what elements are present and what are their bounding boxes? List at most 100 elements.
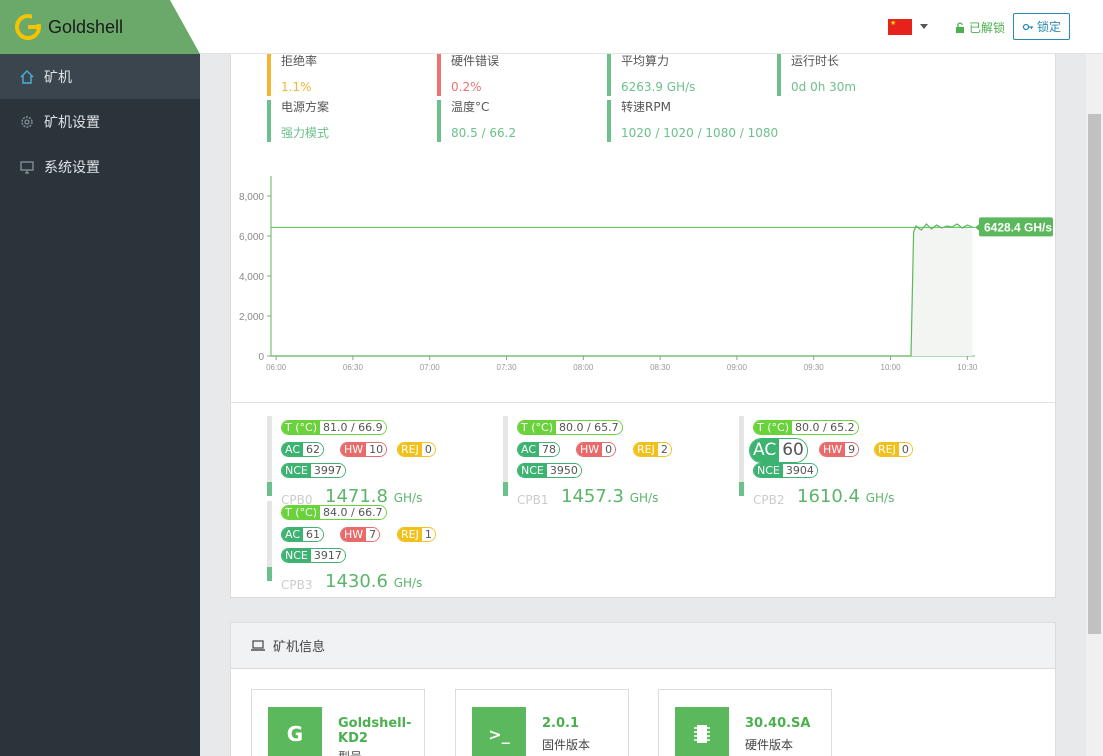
hashrate-chart: 0 2,000 4,000 6,000 8,000 06:00 06:30 07:00 07:3… [231, 174, 1057, 402]
stat-value: 1.1% [281, 80, 312, 94]
nce-chip: NCE 3904 [753, 463, 818, 478]
chart-divider [231, 402, 1057, 403]
y-tick-label: 8,000 [239, 192, 264, 203]
chip-key: REJ [634, 443, 658, 456]
goldshell-logo-icon [15, 14, 42, 40]
rej-chip: REJ 0 [874, 442, 913, 457]
miner-status-panel: 拒绝率 1.1% 硬件错误 0.2% 平均算力 6263.9 GH/s 运行时长… [230, 54, 1057, 598]
sidebar-item-system-settings[interactable]: 系统设置 [0, 144, 200, 189]
chip-key: NCE [518, 464, 547, 477]
sidebar-item-miner-settings[interactable]: 矿机设置 [0, 99, 200, 144]
info-card-label: 硬件版本 [745, 738, 794, 752]
brand-diagonal [170, 0, 200, 54]
chip-value: 0 [602, 443, 616, 456]
x-tick-label: 10:30 [957, 363, 978, 372]
board-name: CPB1 [517, 493, 549, 507]
rej-chip: REJ 2 [633, 442, 672, 457]
x-tick-label: 09:30 [804, 363, 825, 372]
miner-info-panel: 矿机信息 G Goldshell-KD2 型号 >_ 2.0.1 固件版本 30… [230, 622, 1056, 756]
flag-star-icon: ★ [890, 19, 897, 27]
board-hashrate-value: 1610.4 [797, 486, 860, 507]
temp-chip: T (°C) 84.0 / 66.7 [281, 505, 387, 520]
rej-chip: REJ 0 [397, 442, 436, 457]
top-header: ★ 已解锁 锁定 [200, 0, 1103, 54]
y-tick-label: 4,000 [239, 272, 264, 283]
chevron-down-icon[interactable] [920, 24, 928, 29]
current-hashrate-label-arrow [975, 223, 980, 232]
stat-label: 拒绝率 [281, 54, 318, 68]
chip-key: AC [282, 528, 304, 541]
brand-name: Goldshell [48, 17, 124, 37]
board-temp-bar [267, 416, 272, 496]
stat-value: 0.2% [451, 80, 482, 94]
stat-value: 0d 0h 30m [791, 80, 857, 94]
stat-value: 80.5 / 66.2 [451, 126, 517, 140]
board-hashrate-unit: GH/s [865, 491, 895, 505]
info-card-value: 30.40.SA [745, 716, 811, 731]
sidebar-item-label: 矿机 [44, 69, 72, 86]
hw-chip: HW 10 [340, 442, 388, 457]
hw-chip: HW 7 [340, 527, 381, 542]
board-temp-bar-fill [503, 482, 508, 496]
chip-key: T (°C) [518, 421, 556, 434]
lock-button[interactable]: 锁定 [1013, 13, 1070, 40]
stat-uptime: 运行时长 0d 0h 30m [777, 54, 856, 96]
hw-chip: HW 9 [819, 442, 860, 457]
chip-key: AC [518, 443, 540, 456]
chip-value: 2 [657, 443, 671, 456]
info-card-value: Goldshell-KD2 [338, 716, 412, 746]
board-hashrate: 1610.4 GH/s [797, 486, 894, 507]
chip-key: HW [820, 443, 846, 456]
chip-value: 62 [303, 443, 324, 456]
stat-hw-error: 硬件错误 0.2% [437, 54, 499, 96]
home-icon [20, 69, 34, 84]
info-card-value: 2.0.1 [542, 716, 580, 731]
chip-key: HW [577, 443, 603, 456]
board-temp-bar-fill [739, 482, 744, 496]
chip-key: HW [341, 443, 367, 456]
chip-value: 80.0 / 65.7 [555, 421, 622, 434]
china-flag[interactable]: ★ [888, 19, 912, 35]
chip-key: NCE [282, 464, 311, 477]
chip-value: 3917 [310, 549, 345, 562]
ac-chip: AC 60 [749, 438, 808, 463]
board-hashrate: 1430.6 GH/s [325, 571, 422, 592]
ac-chip: AC 62 [281, 442, 325, 457]
chip-value: 61 [303, 528, 324, 541]
temp-chip: T (°C) 81.0 / 66.9 [281, 420, 387, 435]
laptop-icon [251, 639, 265, 651]
y-tick-label: 6,000 [239, 232, 264, 243]
board-temp-bar [267, 501, 272, 581]
info-card-label: 型号 [338, 748, 362, 756]
info-card-firmware: >_ 2.0.1 固件版本 [455, 689, 629, 756]
unlocked-label: 已解锁 [969, 21, 1006, 35]
info-card-model: G Goldshell-KD2 型号 [251, 689, 425, 756]
board-temp-bar-fill [267, 482, 272, 496]
chip-key: NCE [754, 464, 783, 477]
x-tick-label: 10:00 [881, 363, 902, 372]
chip-value: 3950 [546, 464, 581, 477]
chip-value: 3997 [310, 464, 345, 477]
stat-label: 运行时长 [791, 54, 840, 68]
scrollbar-thumb[interactable] [1088, 114, 1101, 634]
x-tick-label: 07:00 [420, 363, 441, 372]
x-tick-label: 09:00 [727, 363, 748, 372]
series-line [271, 223, 973, 357]
board-hashrate-value: 1430.6 [325, 571, 388, 592]
chip-value: 80.0 / 65.2 [791, 421, 858, 434]
x-tick-label: 06:30 [343, 363, 364, 372]
sidebar-item-miner[interactable]: 矿机 [0, 54, 200, 99]
nce-chip: NCE 3997 [281, 463, 346, 478]
goldshell-logo-icon: G [268, 707, 322, 756]
info-card-hardware: 30.40.SA 硬件版本 [658, 689, 832, 756]
scrollbar[interactable] [1086, 54, 1103, 756]
nce-chip: NCE 3950 [517, 463, 582, 478]
board-cpb1: T (°C) 80.0 / 65.7 AC 78 HW 0 REJ 2 NCE 3950 … [503, 416, 733, 507]
chip-icon-svg [694, 725, 710, 743]
stat-label: 温度°C [451, 100, 490, 114]
unlocked-status: 已解锁 [954, 19, 1005, 36]
board-cpb2: T (°C) 80.0 / 65.2 AC 60 HW 9 REJ 0 NCE 3904 … [739, 416, 969, 507]
series-area [271, 224, 973, 356]
chip-value: 3904 [782, 464, 817, 477]
stat-label: 平均算力 [621, 54, 670, 68]
